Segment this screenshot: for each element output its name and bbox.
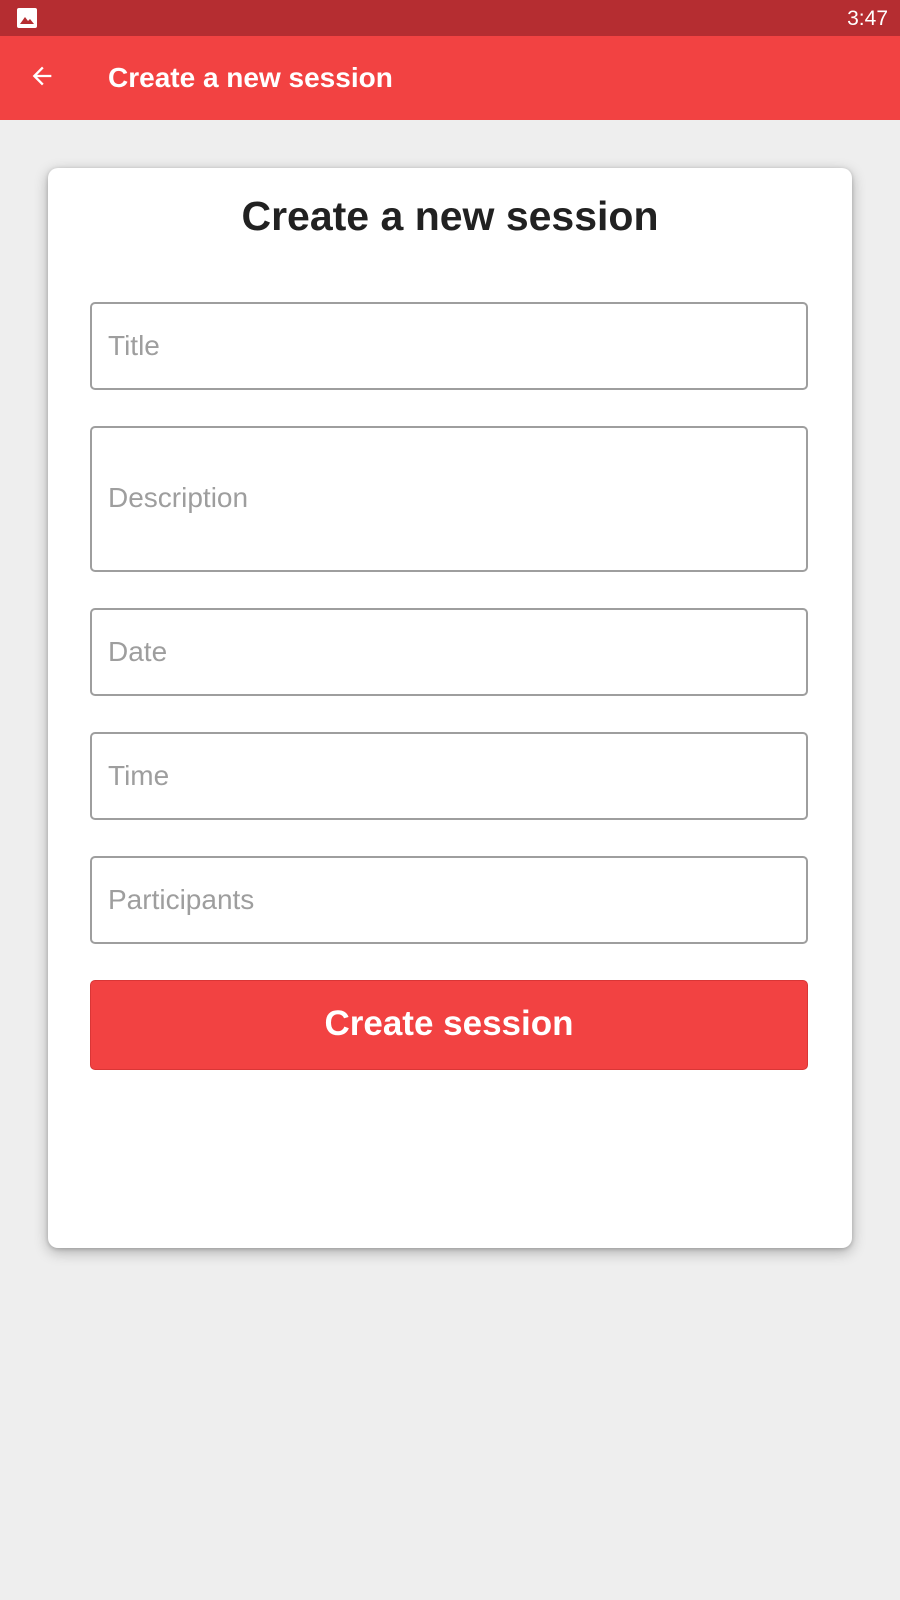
create-session-button[interactable]: Create session <box>90 980 808 1070</box>
time-input[interactable] <box>92 734 806 818</box>
session-form-card: Create a new session Create session <box>48 168 852 1248</box>
time-field[interactable] <box>90 732 808 820</box>
participants-field[interactable] <box>90 856 808 944</box>
participants-input[interactable] <box>92 858 806 942</box>
title-field[interactable] <box>90 302 808 390</box>
app-bar: Create a new session <box>0 36 900 120</box>
title-input[interactable] <box>92 304 806 388</box>
form-heading: Create a new session <box>241 193 659 239</box>
description-input[interactable] <box>92 428 806 570</box>
date-field[interactable] <box>90 608 808 696</box>
description-field[interactable] <box>90 426 808 572</box>
status-clock: 3:47 <box>847 7 888 30</box>
date-input[interactable] <box>92 610 806 694</box>
gallery-icon <box>17 8 37 28</box>
app-bar-title: Create a new session <box>108 62 393 93</box>
back-button[interactable] <box>18 54 66 102</box>
arrow-back-icon <box>28 62 56 95</box>
status-bar: 3:47 <box>0 0 900 36</box>
